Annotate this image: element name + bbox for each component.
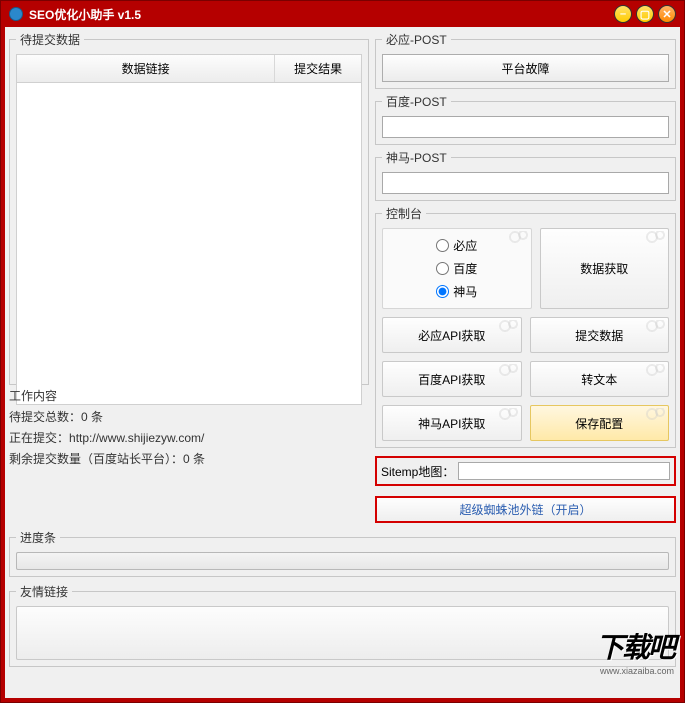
friendlink-group: 友情链接 <box>9 583 676 667</box>
radio-shenma[interactable]: 神马 <box>436 283 477 300</box>
console-legend: 控制台 <box>382 205 426 222</box>
window-buttons: – ▢ ✕ <box>614 5 676 23</box>
table-header: 数据链接 提交结果 <box>16 54 362 83</box>
work-content-group: 工作内容 待提交总数：0 条 正在提交：http://www.shijiezyw… <box>9 387 369 471</box>
baidu-post-legend: 百度-POST <box>382 93 451 110</box>
friendlink-bar[interactable] <box>16 606 669 660</box>
baidu-post-input[interactable] <box>382 116 669 138</box>
close-button[interactable]: ✕ <box>658 5 676 23</box>
bing-api-button[interactable]: 必应API获取 <box>382 317 522 353</box>
window-title: SEO优化小助手 v1.5 <box>29 6 614 23</box>
progress-group: 进度条 <box>9 529 676 577</box>
to-text-button[interactable]: 转文本 <box>530 361 670 397</box>
sitemap-row: Sitemp地图： <box>375 456 676 486</box>
sitemap-label: Sitemp地图： <box>381 463 454 480</box>
shenma-post-input[interactable] <box>382 172 669 194</box>
console-group: 控制台 必应 百度 神马 数据获取 必应API获取 提交数据 <box>375 205 676 448</box>
maximize-button[interactable]: ▢ <box>636 5 654 23</box>
table-body[interactable] <box>16 83 362 405</box>
pending-data-group: 待提交数据 数据链接 提交结果 <box>9 31 369 385</box>
fetch-data-button[interactable]: 数据获取 <box>540 228 670 309</box>
shenma-api-button[interactable]: 神马API获取 <box>382 405 522 441</box>
sitemap-input[interactable] <box>458 462 670 480</box>
engine-radio-box: 必应 百度 神马 <box>382 228 532 309</box>
friendlink-legend: 友情链接 <box>16 583 72 600</box>
progress-legend: 进度条 <box>16 529 60 546</box>
col-result[interactable]: 提交结果 <box>275 55 361 82</box>
spider-pool-button[interactable]: 超级蜘蛛池外链（开启） <box>375 496 676 523</box>
minimize-button[interactable]: – <box>614 5 632 23</box>
work-line-remaining: 剩余提交数量（百度站长平台）：0 条 <box>9 450 369 467</box>
bing-post-group: 必应-POST 平台故障 <box>375 31 676 89</box>
client-area: 待提交数据 数据链接 提交结果 工作内容 待提交总数：0 条 正在提交：http… <box>5 27 680 698</box>
pending-legend: 待提交数据 <box>16 31 84 48</box>
work-legend: 工作内容 <box>9 387 57 404</box>
work-line-total: 待提交总数：0 条 <box>9 408 369 425</box>
shenma-post-legend: 神马-POST <box>382 149 451 166</box>
radio-bing[interactable]: 必应 <box>436 237 477 254</box>
bing-post-legend: 必应-POST <box>382 31 451 48</box>
shenma-post-group: 神马-POST <box>375 149 676 201</box>
submit-data-button[interactable]: 提交数据 <box>530 317 670 353</box>
baidu-post-group: 百度-POST <box>375 93 676 145</box>
col-link[interactable]: 数据链接 <box>17 55 275 82</box>
work-line-current: 正在提交：http://www.shijiezyw.com/ <box>9 429 369 446</box>
titlebar[interactable]: SEO优化小助手 v1.5 – ▢ ✕ <box>1 1 684 27</box>
save-config-button[interactable]: 保存配置 <box>530 405 670 441</box>
app-window: SEO优化小助手 v1.5 – ▢ ✕ 待提交数据 数据链接 提交结果 工作内容 <box>0 0 685 703</box>
baidu-api-button[interactable]: 百度API获取 <box>382 361 522 397</box>
progress-bar <box>16 552 669 570</box>
radio-baidu[interactable]: 百度 <box>436 260 477 277</box>
platform-fault-button[interactable]: 平台故障 <box>382 54 669 82</box>
app-icon <box>9 7 23 21</box>
